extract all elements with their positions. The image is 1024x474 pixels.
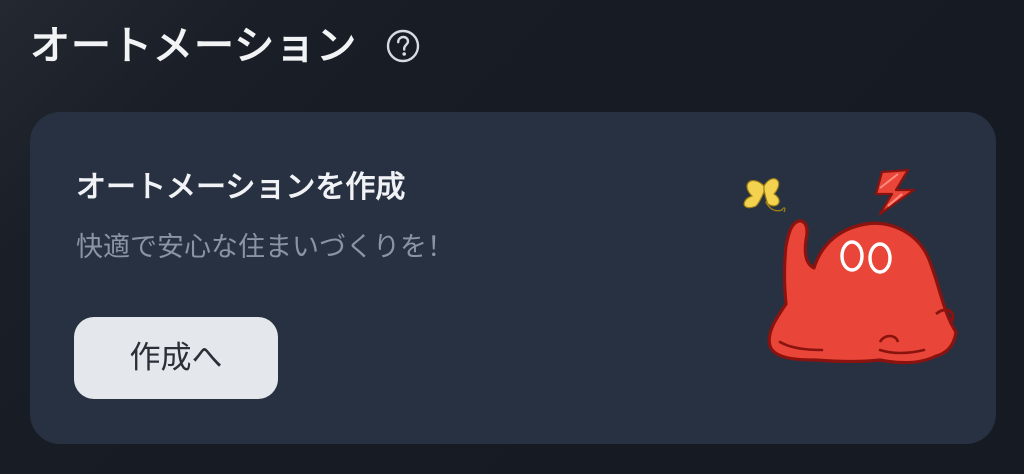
create-button[interactable]: 作成へ <box>74 317 278 399</box>
mascot-body <box>767 219 958 365</box>
question-circle-icon <box>387 29 420 63</box>
help-icon[interactable] <box>385 28 421 64</box>
butterfly-icon <box>743 178 786 213</box>
lightning-bolt-icon <box>874 168 916 216</box>
mascot-illustration <box>743 168 958 365</box>
card-subtitle: 快適で安心な住まいづくりを！ <box>76 232 454 263</box>
card-title: オートメーションを作成 <box>76 170 406 205</box>
page-title: オートメーション <box>30 23 358 69</box>
page-header: オートメーション <box>30 18 421 74</box>
automation-create-card: オートメーションを作成 快適で安心な住まいづくりを！ 作成へ <box>30 112 996 444</box>
